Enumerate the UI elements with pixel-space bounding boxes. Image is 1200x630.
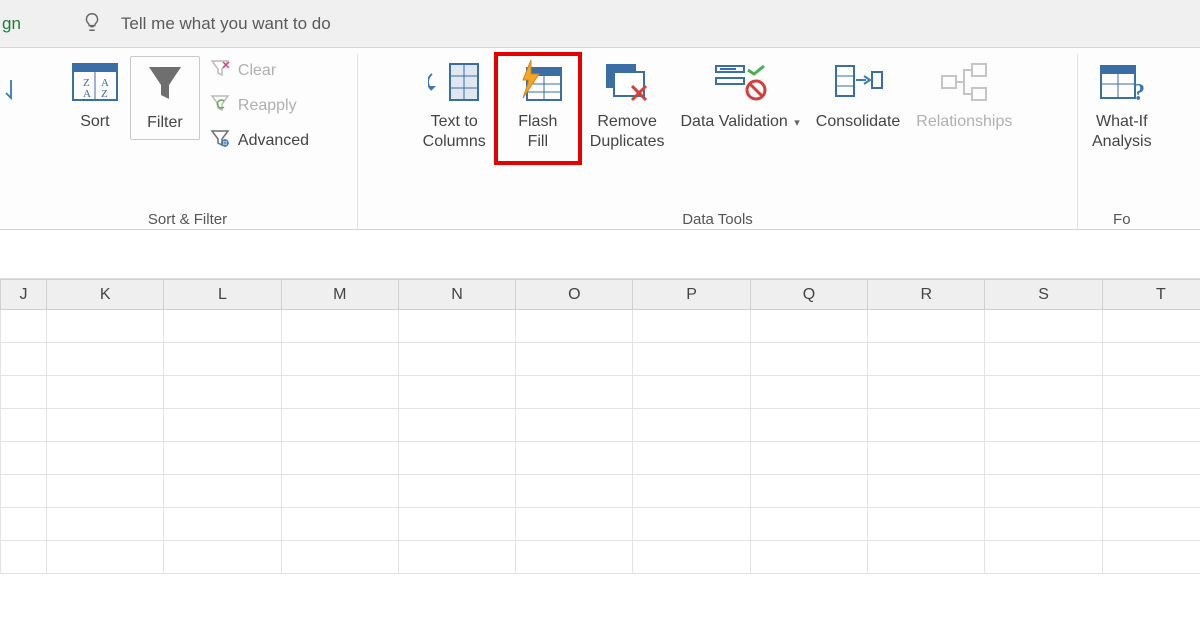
reapply-button[interactable]: Reapply xyxy=(210,93,309,118)
flash-fill-button[interactable]: Flash Fill xyxy=(502,56,574,153)
column-header[interactable]: R xyxy=(868,280,985,310)
column-header[interactable]: M xyxy=(281,280,398,310)
column-header[interactable]: O xyxy=(516,280,633,310)
text-to-columns-icon xyxy=(428,58,480,106)
what-if-analysis-button[interactable]: ? What-If Analysis xyxy=(1084,56,1160,153)
filter-label: Filter xyxy=(147,113,183,133)
flash-fill-icon xyxy=(513,58,563,106)
relationships-icon xyxy=(938,58,990,106)
table-row[interactable] xyxy=(1,442,1200,475)
column-header[interactable]: Q xyxy=(750,280,867,310)
sort-button[interactable]: Z A A Z Sort xyxy=(60,56,130,132)
consolidate-label: Consolidate xyxy=(816,112,901,132)
group-label-data-tools: Data Tools xyxy=(682,211,753,230)
column-header-row: J K L M N O P Q R S T xyxy=(1,280,1200,310)
group-data-tools: Text to Columns Flash Fill xyxy=(358,54,1078,230)
sort-az-icon: Z A A Z xyxy=(71,58,119,106)
advanced-label: Advanced xyxy=(238,132,309,150)
svg-text:?: ? xyxy=(1133,80,1145,104)
advanced-button[interactable]: Advanced xyxy=(210,128,309,153)
data-validation-label: Data Validation ▾ xyxy=(680,112,799,132)
column-header[interactable]: N xyxy=(398,280,515,310)
clear-button[interactable]: Clear xyxy=(210,58,309,83)
reapply-label: Reapply xyxy=(238,97,297,115)
filter-button[interactable]: Filter xyxy=(130,56,200,140)
what-if-label: What-If Analysis xyxy=(1092,112,1152,153)
data-validation-icon xyxy=(712,58,768,106)
column-header[interactable]: P xyxy=(633,280,750,310)
advanced-funnel-icon xyxy=(210,128,230,153)
spreadsheet-grid[interactable]: J K L M N O P Q R S T xyxy=(0,278,1200,574)
column-header[interactable]: K xyxy=(47,280,164,310)
consolidate-icon xyxy=(832,58,884,106)
clear-label: Clear xyxy=(238,62,276,80)
column-header[interactable]: T xyxy=(1102,280,1200,310)
group-label-forecast: Fo xyxy=(1113,211,1131,230)
table-row[interactable] xyxy=(1,310,1200,343)
refresh-arrow-icon[interactable] xyxy=(1,74,17,110)
ribbon-tab-fragment[interactable]: gn xyxy=(0,14,31,34)
consolidate-button[interactable]: Consolidate xyxy=(808,56,909,132)
group-sort-filter: Z A A Z Sort Filter xyxy=(18,54,358,230)
tell-me-search[interactable]: Tell me what you want to do xyxy=(121,14,331,34)
clear-funnel-icon xyxy=(210,58,230,83)
ribbon: Z A A Z Sort Filter xyxy=(0,48,1200,230)
remove-duplicates-button[interactable]: Remove Duplicates xyxy=(582,56,673,153)
column-header[interactable]: L xyxy=(164,280,281,310)
bulb-icon xyxy=(81,11,103,37)
flash-fill-highlight: Flash Fill xyxy=(494,52,582,165)
reapply-funnel-icon xyxy=(210,93,230,118)
table-row[interactable] xyxy=(1,541,1200,574)
remove-duplicates-icon xyxy=(602,58,652,106)
remove-duplicates-label: Remove Duplicates xyxy=(590,112,665,153)
filter-funnel-icon xyxy=(145,59,185,107)
relationships-label: Relationships xyxy=(916,112,1012,132)
data-validation-button[interactable]: Data Validation ▾ xyxy=(672,56,807,132)
table-row[interactable] xyxy=(1,343,1200,376)
svg-text:Z: Z xyxy=(101,88,108,100)
what-if-icon: ? xyxy=(1097,58,1147,106)
table-row[interactable] xyxy=(1,409,1200,442)
title-bar: gn Tell me what you want to do xyxy=(0,0,1200,48)
chevron-down-icon: ▾ xyxy=(794,117,800,129)
flash-fill-label: Flash Fill xyxy=(518,112,557,153)
table-row[interactable] xyxy=(1,376,1200,409)
text-to-columns-button[interactable]: Text to Columns xyxy=(415,56,494,153)
table-row[interactable] xyxy=(1,508,1200,541)
group-forecast: ? What-If Analysis Fo xyxy=(1078,54,1166,230)
text-to-columns-label: Text to Columns xyxy=(423,112,486,153)
sort-label: Sort xyxy=(80,112,109,132)
relationships-button[interactable]: Relationships xyxy=(908,56,1020,132)
column-header[interactable]: S xyxy=(985,280,1102,310)
column-header[interactable]: J xyxy=(1,280,47,310)
svg-text:A: A xyxy=(83,88,91,100)
group-label-sort-filter: Sort & Filter xyxy=(148,211,227,230)
table-row[interactable] xyxy=(1,475,1200,508)
